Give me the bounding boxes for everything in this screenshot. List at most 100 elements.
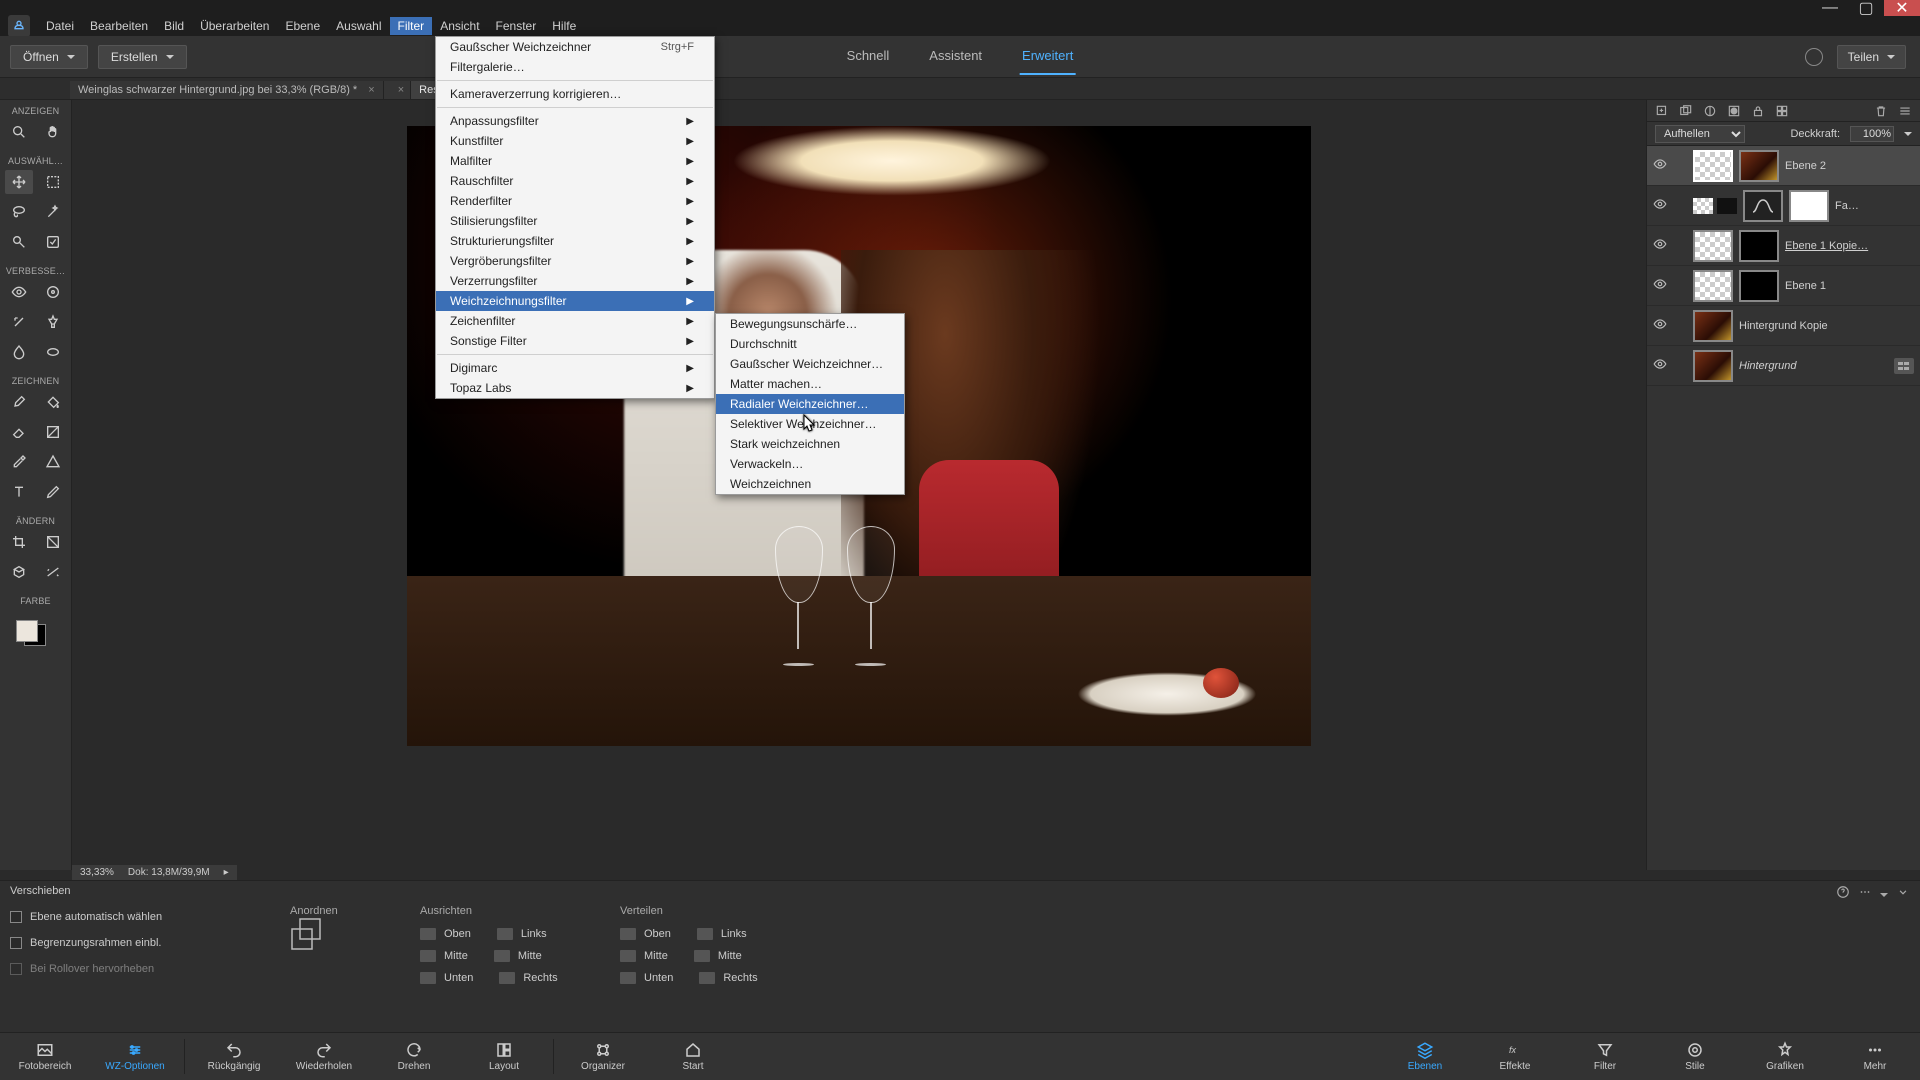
- tool-blur[interactable]: [5, 340, 33, 364]
- tool-lasso[interactable]: [5, 200, 33, 224]
- layer-row[interactable]: Hintergrund: [1647, 346, 1920, 386]
- close-icon[interactable]: ×: [368, 84, 374, 96]
- menu-ansicht[interactable]: Ansicht: [432, 17, 487, 35]
- anordnen-icon[interactable]: [290, 923, 338, 945]
- chevron-right-icon[interactable]: ▸: [224, 867, 229, 878]
- collapse-icon[interactable]: [1896, 885, 1910, 904]
- menu-item[interactable]: Stark weichzeichnen: [716, 434, 904, 454]
- action-start[interactable]: Start: [648, 1033, 738, 1080]
- layer-mask[interactable]: [1739, 230, 1779, 262]
- layer-thumb[interactable]: [1739, 150, 1779, 182]
- menu-item[interactable]: Verwackeln…: [716, 454, 904, 474]
- window-maximize[interactable]: ▢: [1848, 0, 1884, 16]
- dist-middle-icon[interactable]: [620, 950, 636, 962]
- tool-marquee[interactable]: [39, 170, 67, 194]
- action-effekte[interactable]: fxEffekte: [1470, 1033, 1560, 1080]
- menu-item[interactable]: Strukturierungsfilter▶: [436, 231, 714, 251]
- menu-item[interactable]: Kunstfilter▶: [436, 131, 714, 151]
- menu-item[interactable]: Weichzeichnungsfilter▶: [436, 291, 714, 311]
- dist-right-icon[interactable]: [699, 972, 715, 984]
- tool-pencil[interactable]: [39, 480, 67, 504]
- action-organizer[interactable]: Organizer: [558, 1033, 648, 1080]
- action-drehen[interactable]: Drehen: [369, 1033, 459, 1080]
- dist-left-icon[interactable]: [697, 928, 713, 940]
- tool-eraser[interactable]: [5, 420, 33, 444]
- lock-icon[interactable]: [1751, 104, 1765, 118]
- checkbox[interactable]: [10, 937, 22, 949]
- help-icon[interactable]: [1836, 885, 1850, 904]
- layer-row[interactable]: Fa…: [1647, 186, 1920, 226]
- tool-crop[interactable]: [5, 530, 33, 554]
- layer-name[interactable]: Ebene 1: [1785, 280, 1914, 292]
- align-center-icon[interactable]: [494, 950, 510, 962]
- mask-icon[interactable]: [1727, 104, 1741, 118]
- menu-item[interactable]: Kameraverzerrung korrigieren…: [436, 84, 714, 104]
- color-swatches[interactable]: [16, 616, 56, 652]
- layer-mask[interactable]: [1739, 270, 1779, 302]
- checkbox[interactable]: [10, 911, 22, 923]
- tool-move[interactable]: [5, 170, 33, 194]
- layer-name[interactable]: Ebene 1 Kopie…: [1785, 240, 1914, 252]
- opacity-input[interactable]: [1850, 126, 1894, 142]
- menu-item[interactable]: Topaz Labs▶: [436, 378, 714, 398]
- visibility-toggle[interactable]: [1653, 197, 1667, 214]
- layer-name[interactable]: Hintergrund: [1739, 360, 1888, 372]
- dist-bottom-icon[interactable]: [620, 972, 636, 984]
- layer-row[interactable]: Hintergrund Kopie: [1647, 306, 1920, 346]
- create-button[interactable]: Erstellen: [98, 45, 187, 69]
- theme-toggle-icon[interactable]: [1805, 48, 1823, 66]
- layer-name[interactable]: Hintergrund Kopie: [1739, 320, 1914, 332]
- align-left-icon[interactable]: [497, 928, 513, 940]
- layer-thumb[interactable]: [1693, 350, 1733, 382]
- action-undo[interactable]: Rückgängig: [189, 1033, 279, 1080]
- doctab-hidden[interactable]: ×: [384, 81, 411, 99]
- foreground-color[interactable]: [16, 620, 38, 642]
- align-bottom-icon[interactable]: [420, 972, 436, 984]
- menu-item[interactable]: Zeichenfilter▶: [436, 311, 714, 331]
- tool-zoom[interactable]: [5, 120, 33, 144]
- tool-straighten[interactable]: [39, 560, 67, 584]
- menu-item[interactable]: Weichzeichnen: [716, 474, 904, 494]
- menu-item[interactable]: Vergröberungsfilter▶: [436, 251, 714, 271]
- zoom-level[interactable]: 33,33%: [80, 867, 114, 878]
- window-close[interactable]: ✕: [1884, 0, 1920, 16]
- mode-quick[interactable]: Schnell: [845, 38, 892, 75]
- tool-wand[interactable]: [39, 200, 67, 224]
- menu-item[interactable]: Verzerrungsfilter▶: [436, 271, 714, 291]
- visibility-toggle[interactable]: [1653, 237, 1667, 254]
- action-grafiken[interactable]: Grafiken: [1740, 1033, 1830, 1080]
- adjustment-icon[interactable]: [1703, 104, 1717, 118]
- menu-ebene[interactable]: Ebene: [277, 17, 328, 35]
- menu-item[interactable]: Bewegungsunschärfe…: [716, 314, 904, 334]
- menu-fenster[interactable]: Fenster: [488, 17, 545, 35]
- menu-item[interactable]: Sonstige Filter▶: [436, 331, 714, 351]
- layer-group-icon[interactable]: [1679, 104, 1693, 118]
- action-wzoptionen[interactable]: WZ-Optionen: [90, 1033, 180, 1080]
- trash-icon[interactable]: [1874, 104, 1888, 118]
- align-middle-icon[interactable]: [420, 950, 436, 962]
- panel-menu-icon[interactable]: [1898, 104, 1912, 118]
- menu-item[interactable]: Filtergalerie…: [436, 57, 714, 77]
- tool-redeye[interactable]: [5, 280, 33, 304]
- mode-guided[interactable]: Assistent: [927, 38, 984, 75]
- layer-thumb[interactable]: [1693, 310, 1733, 342]
- align-right-icon[interactable]: [499, 972, 515, 984]
- layer-name[interactable]: Fa…: [1835, 200, 1914, 212]
- tool-clone[interactable]: [39, 310, 67, 334]
- tool-hand[interactable]: [39, 120, 67, 144]
- share-button[interactable]: Teilen: [1837, 45, 1906, 69]
- action-stile[interactable]: Stile: [1650, 1033, 1740, 1080]
- tool-sponge[interactable]: [39, 340, 67, 364]
- tool-content[interactable]: [5, 560, 33, 584]
- menu-item[interactable]: Renderfilter▶: [436, 191, 714, 211]
- tool-spot[interactable]: [39, 280, 67, 304]
- more-icon[interactable]: [1858, 885, 1872, 904]
- menu-bild[interactable]: Bild: [156, 17, 192, 35]
- mode-expert[interactable]: Erweitert: [1020, 38, 1075, 75]
- tool-shape[interactable]: [39, 450, 67, 474]
- doctab-0[interactable]: Weinglas schwarzer Hintergrund.jpg bei 3…: [70, 81, 384, 99]
- menu-hilfe[interactable]: Hilfe: [544, 17, 584, 35]
- layer-thumb[interactable]: [1693, 230, 1733, 262]
- action-layout[interactable]: Layout: [459, 1033, 549, 1080]
- layer-name[interactable]: Ebene 2: [1785, 160, 1914, 172]
